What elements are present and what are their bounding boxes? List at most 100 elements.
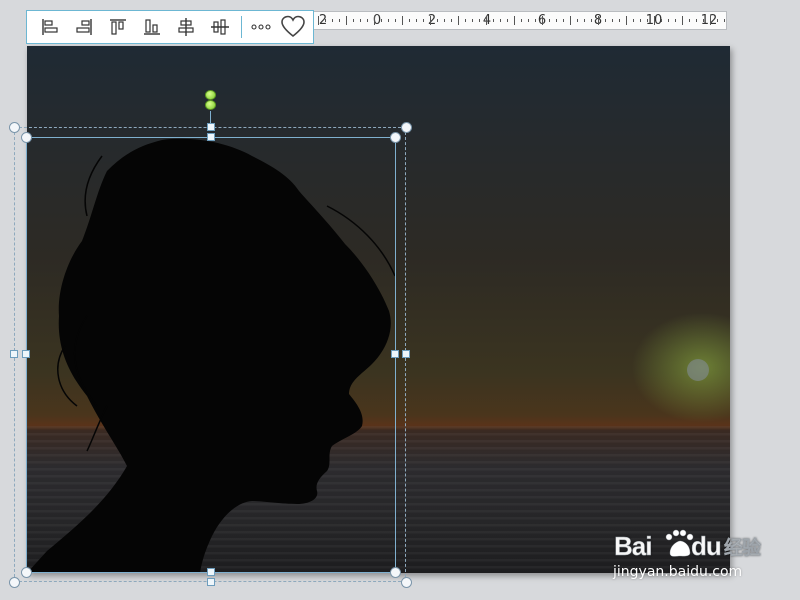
align-left-button[interactable] <box>33 12 67 42</box>
svg-text:Bai: Bai <box>614 531 651 561</box>
ruler-tick <box>493 19 494 22</box>
ruler-tick <box>416 19 417 22</box>
ruler-tick <box>339 19 340 22</box>
ruler-tick <box>696 19 697 22</box>
ruler-tick <box>633 19 634 22</box>
ruler-tick <box>563 19 564 22</box>
ruler-tick <box>647 19 648 22</box>
ruler-tick <box>402 16 403 25</box>
align-top-button[interactable] <box>101 12 135 42</box>
align-left-icon <box>42 19 58 35</box>
align-center-horizontal-button[interactable] <box>169 12 203 42</box>
ruler-tick <box>514 16 515 25</box>
resize-handle-top-left[interactable] <box>9 122 20 133</box>
ruler-tick <box>710 16 711 25</box>
align-bottom-icon <box>144 19 160 35</box>
resize-handle-top-right[interactable] <box>401 122 412 133</box>
ruler-tick <box>591 19 592 22</box>
resize-handle-bottom-left[interactable] <box>21 567 32 578</box>
ruler-tick <box>689 19 690 22</box>
ruler-tick <box>374 16 375 25</box>
resize-handle-top[interactable] <box>207 123 215 131</box>
ruler-tick <box>479 19 480 22</box>
resize-handle-left[interactable] <box>10 350 18 358</box>
align-center-vertical-button[interactable] <box>203 12 237 42</box>
ruler-tick <box>584 19 585 22</box>
ruler-tick <box>458 16 459 25</box>
ruler-tick <box>619 19 620 22</box>
heart-shape-icon <box>281 15 305 38</box>
alignment-toolbar <box>26 10 314 44</box>
ruler-tick <box>521 19 522 22</box>
ruler-tick <box>353 19 354 22</box>
ruler-tick <box>626 16 627 25</box>
ruler-tick <box>472 19 473 22</box>
resize-handle-bottom-right[interactable] <box>401 577 412 588</box>
ruler-tick <box>367 19 368 22</box>
ruler-tick <box>437 19 438 22</box>
ruler-tick <box>675 19 676 22</box>
ruler-tick <box>535 19 536 22</box>
ruler-tick <box>500 19 501 22</box>
baidu-paw-logo: Bai du 经验 <box>614 529 762 561</box>
ruler-tick <box>570 16 571 25</box>
ruler-tick <box>318 16 319 25</box>
align-right-icon <box>76 19 92 35</box>
ruler-tick <box>661 19 662 22</box>
ruler-tick <box>668 19 669 22</box>
ruler-tick <box>703 19 704 22</box>
ruler-tick <box>332 19 333 22</box>
ruler-tick <box>542 16 543 25</box>
ruler-tick <box>605 19 606 22</box>
resize-handle-bottom-right[interactable] <box>390 567 401 578</box>
resize-handle-top-left[interactable] <box>21 132 32 143</box>
rotation-handle[interactable] <box>205 90 216 100</box>
ruler-tick <box>486 16 487 25</box>
horizontal-ruler[interactable]: 2 0 2 4 6 8 10 12 <box>313 11 727 30</box>
svg-text:经验: 经验 <box>724 536 762 559</box>
ruler-tick <box>717 19 718 22</box>
more-icon <box>251 24 271 30</box>
resize-handle-left[interactable] <box>22 350 30 358</box>
ruler-tick <box>395 19 396 22</box>
ruler-tick <box>528 19 529 22</box>
ruler-tick <box>598 16 599 25</box>
ruler-tick <box>507 19 508 22</box>
align-horizontal-center-icon <box>178 18 194 36</box>
resize-handle-right[interactable] <box>402 350 410 358</box>
ruler-tick <box>577 19 578 22</box>
align-vertical-center-icon <box>211 19 229 35</box>
ruler-tick <box>612 19 613 22</box>
ruler-tick <box>346 16 347 25</box>
watermark-url: jingyan.baidu.com <box>613 564 743 580</box>
ruler-label: 4 <box>482 13 492 28</box>
ruler-tick <box>325 19 326 22</box>
align-right-button[interactable] <box>67 12 101 42</box>
image-selection-frame[interactable] <box>26 137 396 573</box>
ruler-tick <box>654 16 655 25</box>
resize-handle-bottom[interactable] <box>207 578 215 586</box>
ruler-tick <box>451 19 452 22</box>
resize-handle-top-right[interactable] <box>390 132 401 143</box>
ruler-tick <box>409 19 410 22</box>
align-bottom-button[interactable] <box>135 12 169 42</box>
align-top-icon <box>110 19 126 35</box>
ruler-tick <box>724 19 725 22</box>
ruler-tick <box>640 19 641 22</box>
resize-handle-top[interactable] <box>207 133 215 141</box>
ruler-tick <box>549 19 550 22</box>
ruler-tick <box>423 19 424 22</box>
resize-handle-bottom-left[interactable] <box>9 577 20 588</box>
ruler-tick <box>388 19 389 22</box>
more-options-button[interactable] <box>246 12 276 42</box>
shape-heart-button[interactable] <box>276 12 310 42</box>
ruler-tick <box>465 19 466 22</box>
ruler-tick <box>682 16 683 25</box>
rotation-handle[interactable] <box>205 100 216 110</box>
ruler-tick <box>381 19 382 22</box>
ruler-tick <box>556 19 557 22</box>
resize-handle-right[interactable] <box>391 350 399 358</box>
ruler-tick <box>430 16 431 25</box>
resize-handle-bottom[interactable] <box>207 568 215 576</box>
toolbar-separator <box>241 16 242 38</box>
